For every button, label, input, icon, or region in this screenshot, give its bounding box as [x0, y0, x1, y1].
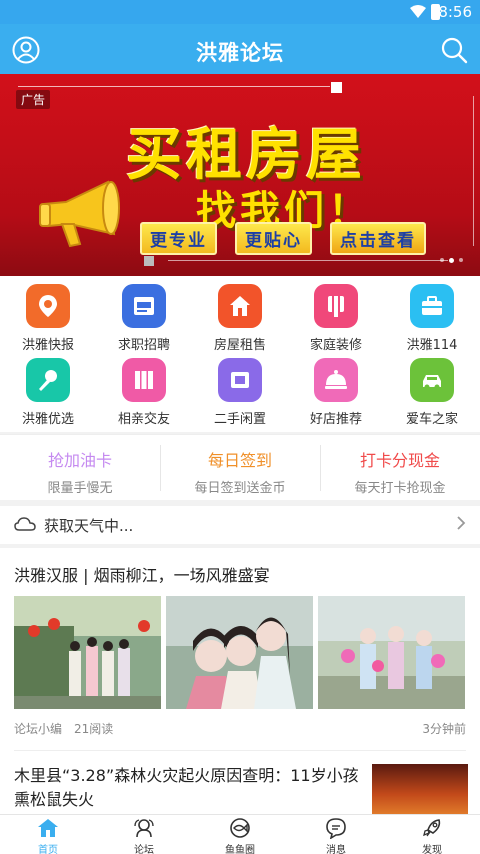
promo-daily-checkin[interactable]: 每日签到 每日签到送金币 [160, 435, 320, 501]
post-photo[interactable] [372, 764, 468, 814]
pagination-dot[interactable] [440, 258, 444, 262]
promo-subtitle: 每天打卡抢现金 [354, 481, 446, 496]
tab-label: 鱼鱼圈 [225, 845, 255, 854]
grid-item-selection[interactable]: 洪雅优选 [0, 358, 96, 427]
promo-subtitle: 每日签到送金币 [194, 481, 286, 496]
banner-frame-line-right [473, 96, 474, 246]
post-reads: 21阅读 [74, 722, 114, 736]
banner-frame-line [18, 86, 330, 87]
post-title[interactable]: 木里县“3.28”森林火灾起火原因查明：11岁小孩熏松鼠失火 [14, 764, 364, 812]
grid-item-label: 洪雅优选 [21, 412, 74, 427]
grid-item-label: 洪雅快报 [21, 338, 74, 353]
weather-text: 获取天气中... [44, 517, 134, 535]
wifi-icon [410, 5, 426, 18]
grid-item-secondhand[interactable]: 二手闲置 [192, 358, 288, 427]
grid-item-label: 洪雅114 [406, 338, 458, 353]
status-time: 8:56 [438, 3, 472, 21]
promo-title: 打卡分现金 [359, 451, 440, 470]
shop-icon [218, 358, 262, 402]
grid-item-housing[interactable]: 房屋租售 [192, 284, 288, 353]
grid-item-label: 爱车之家 [405, 412, 458, 427]
promo-title: 每日签到 [207, 451, 272, 470]
banner-tag: 更贴心 [235, 222, 312, 255]
tab-fish-circle[interactable]: 鱼鱼圈 [192, 815, 288, 854]
rocket-icon [423, 819, 441, 837]
briefcase-icon [410, 284, 454, 328]
pagination-dot[interactable] [459, 258, 463, 262]
house-icon [218, 284, 262, 328]
ad-label: 广告 [16, 90, 51, 109]
megaphone-icon [39, 180, 120, 248]
grid-item-label: 二手闲置 [213, 412, 266, 427]
forum-icon [134, 819, 154, 838]
dish-cover-icon [314, 358, 358, 402]
grid-item-cars[interactable]: 爱车之家 [384, 358, 480, 427]
promo-row: 抢加油卡 限量手慢无 每日签到 每日签到送金币 打卡分现金 每天打卡抢现金 [0, 434, 480, 500]
category-grid: 洪雅快报 求职招聘 房屋租售 家庭装修 洪雅114 洪雅优选 相亲交友 二手闲置… [0, 276, 480, 432]
banner-tag: 更专业 [140, 222, 217, 255]
tab-label: 论坛 [134, 845, 154, 854]
app-bar: 洪雅论坛 [0, 24, 480, 74]
grid-item-label: 相亲交友 [117, 412, 170, 427]
post-feed: 洪雅汉服 | 烟雨柳江，一场风雅盛宴 论坛小编 21阅读 3分钟前 木里县“3.… [0, 548, 480, 814]
message-icon [326, 818, 346, 840]
ad-banner[interactable]: 广告 买租房屋 找我们！ 更专业 更贴心 点击查看 [0, 74, 480, 276]
grid-item-label: 房屋租售 [213, 338, 266, 353]
tab-label: 消息 [326, 845, 346, 854]
banner-decor-square [331, 82, 342, 93]
microphone-icon [26, 358, 70, 402]
divider [14, 750, 466, 751]
promo-title: 抢加油卡 [47, 451, 112, 470]
post-photo[interactable] [14, 596, 161, 709]
post-title[interactable]: 洪雅汉服 | 烟雨柳江，一场风雅盛宴 [14, 562, 270, 586]
post-meta: 论坛小编 21阅读 [14, 720, 113, 737]
grid-item-jobs[interactable]: 求职招聘 [96, 284, 192, 353]
grid-item-renovation[interactable]: 家庭装修 [288, 284, 384, 353]
promo-fuel-card[interactable]: 抢加油卡 限量手慢无 [0, 435, 160, 501]
status-bar: 8:56 [0, 0, 480, 24]
post-author[interactable]: 论坛小编 [14, 722, 62, 736]
cloud-icon [14, 517, 36, 531]
promo-clock-in-cash[interactable]: 打卡分现金 每天打卡抢现金 [320, 435, 480, 501]
post-photo[interactable] [166, 596, 313, 709]
fish-circle-icon [230, 818, 250, 838]
tab-label: 首页 [38, 845, 58, 854]
pagination-dot-active[interactable] [449, 258, 454, 263]
tab-discover[interactable]: 发现 [384, 815, 480, 854]
grid-item-news[interactable]: 洪雅快报 [0, 284, 96, 353]
grid-item-label: 好店推荐 [309, 412, 362, 427]
location-pin-icon [26, 284, 70, 328]
post-photo[interactable] [318, 596, 465, 709]
grid-item-shops[interactable]: 好店推荐 [288, 358, 384, 427]
tab-home[interactable]: 首页 [0, 815, 96, 854]
banner-tag-cta[interactable]: 点击查看 [330, 222, 426, 255]
grid-item-label: 家庭装修 [309, 338, 362, 353]
tab-forum[interactable]: 论坛 [96, 815, 192, 854]
post-thumbnails [14, 596, 465, 709]
search-icon[interactable] [440, 36, 468, 64]
renovation-icon [314, 284, 358, 328]
banner-pagination [440, 258, 463, 263]
post-time: 3分钟前 [422, 722, 466, 736]
car-icon [410, 358, 454, 402]
grid-item-dating[interactable]: 相亲交友 [96, 358, 192, 427]
books-icon [122, 358, 166, 402]
promo-subtitle: 限量手慢无 [47, 481, 113, 496]
banner-decor-square [144, 256, 154, 266]
weather-bar[interactable]: 获取天气中... [0, 506, 480, 544]
tab-messages[interactable]: 消息 [288, 815, 384, 854]
grid-item-114[interactable]: 洪雅114 [384, 284, 480, 353]
banner-tags: 更专业 更贴心 点击查看 [140, 222, 426, 255]
home-icon [38, 819, 58, 837]
bottom-tab-bar: 首页 论坛 鱼鱼圈 消息 发现 [0, 814, 480, 854]
grid-item-label: 求职招聘 [117, 338, 170, 353]
app-title: 洪雅论坛 [196, 41, 284, 65]
chevron-right-icon [457, 516, 466, 530]
banner-frame-line-bottom [168, 260, 448, 261]
tab-label: 发现 [422, 845, 442, 854]
job-icon [122, 284, 166, 328]
